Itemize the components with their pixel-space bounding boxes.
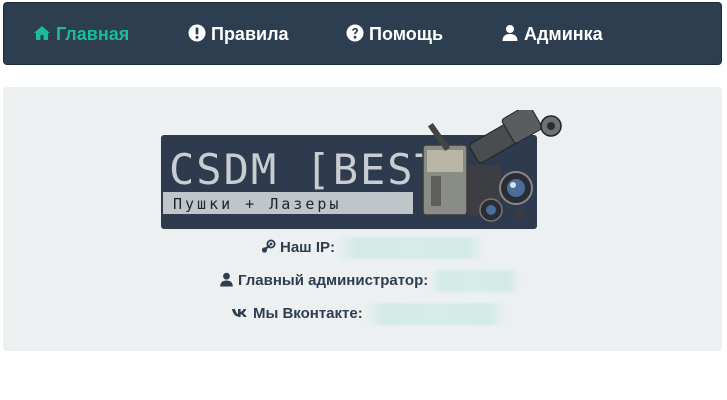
main-admin-value-redacted xyxy=(430,270,521,293)
server-ip-value-redacted xyxy=(337,237,486,260)
exclamation-circle-icon xyxy=(188,24,206,42)
server-ip-line: Наш IP: xyxy=(261,237,486,260)
nav-home-label: Главная xyxy=(56,24,130,44)
weapon-illustration xyxy=(422,110,562,222)
nav-rules-link[interactable]: Правила xyxy=(188,3,289,66)
nav-help-link[interactable]: Помощь xyxy=(346,3,443,66)
steam-icon xyxy=(261,239,276,254)
nav-admin-label: Админка xyxy=(524,24,603,44)
nav-home-link[interactable]: Главная xyxy=(33,3,129,66)
server-info-panel: CSDM [BEST] Пушки + Лазеры Наш IP: Главн… xyxy=(3,87,722,351)
home-icon xyxy=(33,24,51,42)
server-logo-banner: CSDM [BEST] Пушки + Лазеры xyxy=(161,110,573,230)
main-admin-line: Главный администратор: xyxy=(219,270,521,293)
camera-gun-image: CSDM [BEST] Пушки + Лазеры xyxy=(161,110,562,229)
vk-icon xyxy=(231,305,249,320)
user-icon xyxy=(501,24,519,42)
nav-rules-label: Правила xyxy=(211,24,289,44)
vk-label: Мы Вконтакте: xyxy=(253,305,363,322)
server-ip-label: Наш IP: xyxy=(280,239,336,256)
vk-link-line: Мы Вконтакте: xyxy=(231,303,507,326)
top-navbar: Главная Правила Помощь Админка xyxy=(3,2,722,65)
question-circle-icon xyxy=(346,24,364,42)
nav-help-label: Помощь xyxy=(369,24,444,44)
vk-link-value-redacted[interactable] xyxy=(364,303,507,326)
main-admin-label: Главный администратор: xyxy=(238,272,429,289)
nav-admin-link[interactable]: Админка xyxy=(501,3,603,66)
logo-subtitle-text: Пушки + Лазеры xyxy=(173,195,341,213)
user-icon xyxy=(219,272,234,287)
